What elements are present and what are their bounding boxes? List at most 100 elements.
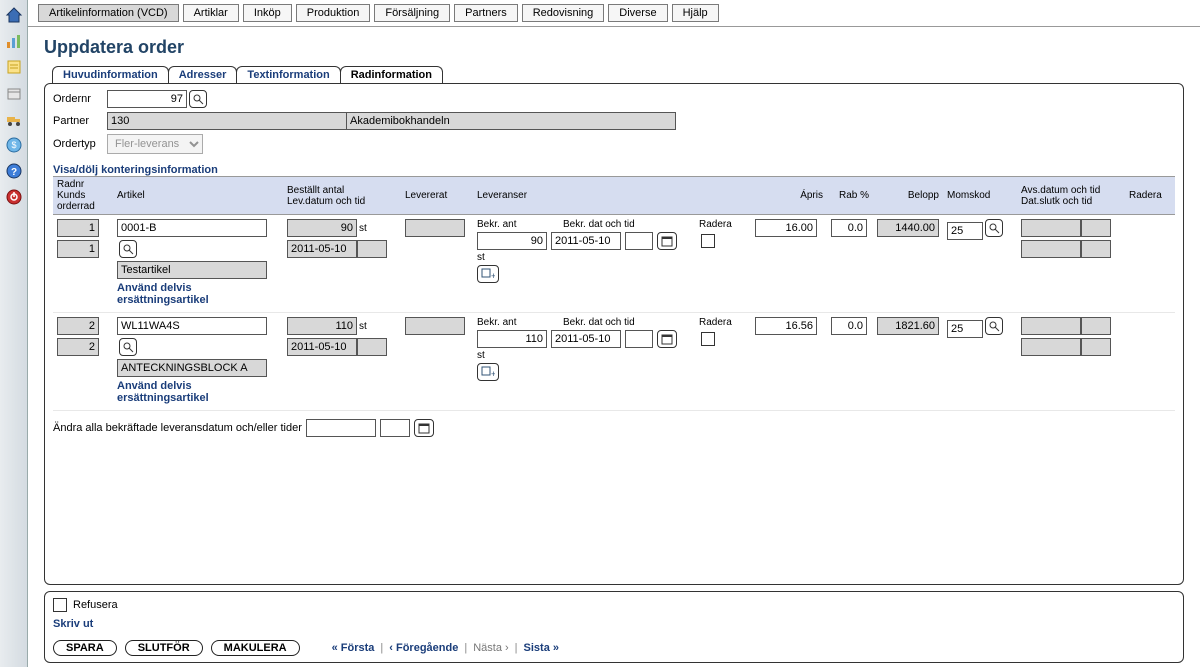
- artikel-code-input[interactable]: [117, 317, 267, 335]
- help-icon[interactable]: ?: [3, 160, 25, 182]
- apris-input[interactable]: [755, 219, 817, 237]
- col-rab: Rab %: [827, 188, 873, 203]
- lev-datum-field: [287, 240, 357, 258]
- artikel-code-input[interactable]: [117, 219, 267, 237]
- cancel-order-button[interactable]: MAKULERA: [211, 640, 300, 656]
- best-antal-field: [287, 219, 357, 237]
- slutk-tid-field: [1081, 338, 1111, 356]
- menu-inkop[interactable]: Inköp: [243, 4, 292, 22]
- menu-artiklar[interactable]: Artiklar: [183, 4, 239, 22]
- page-title: Uppdatera order: [44, 37, 1184, 58]
- calendar-icon[interactable]: [657, 232, 677, 250]
- truck-icon[interactable]: [3, 108, 25, 130]
- artikel-name-field: [117, 261, 267, 279]
- home-icon[interactable]: [3, 4, 25, 26]
- unit-label: st: [359, 321, 367, 332]
- lev-unit-label: st: [477, 350, 747, 361]
- bulk-calendar-icon[interactable]: [414, 419, 434, 437]
- replace-article-link[interactable]: Använd delvis ersättningsartikel: [117, 380, 267, 404]
- avs-datum-field: [1021, 219, 1081, 237]
- print-link[interactable]: Skriv ut: [53, 618, 1175, 630]
- slutk-datum-field: [1021, 240, 1081, 258]
- bekr-dat-input[interactable]: [551, 232, 621, 250]
- col-momskod: Momskod: [943, 188, 1017, 203]
- menu-redovisning[interactable]: Redovisning: [522, 4, 605, 22]
- lev-radera-checkbox[interactable]: [701, 332, 715, 346]
- kundrad-field: [57, 338, 99, 356]
- lev-radera-label: Radera: [699, 317, 732, 328]
- unit-label: st: [359, 223, 367, 234]
- lev-tid-field: [357, 338, 387, 356]
- menu-diverse[interactable]: Diverse: [608, 4, 667, 22]
- avs-datum-field: [1021, 317, 1081, 335]
- calendar-icon[interactable]: [657, 330, 677, 348]
- bekr-tid-input[interactable]: [625, 330, 653, 348]
- tab-textinformation[interactable]: Textinformation: [236, 66, 340, 83]
- menu-forsaljning[interactable]: Försäljning: [374, 4, 450, 22]
- top-menu: Artikelinformation (VCD) Artiklar Inköp …: [28, 0, 1200, 27]
- nav-last-link[interactable]: Sista »: [524, 642, 559, 654]
- col-apris: Ápris: [751, 188, 827, 203]
- bekr-dat-label: Bekr. dat och tid: [563, 317, 683, 328]
- radnr-field: [57, 317, 99, 335]
- tab-radinformation[interactable]: Radinformation: [340, 66, 443, 83]
- box-icon[interactable]: [3, 82, 25, 104]
- lev-datum-field: [287, 338, 357, 356]
- partner-label: Partner: [53, 115, 107, 127]
- refusera-checkbox[interactable]: [53, 598, 67, 612]
- replace-article-link[interactable]: Använd delvis ersättningsartikel: [117, 282, 267, 306]
- add-delivery-icon[interactable]: +: [477, 363, 499, 381]
- partner-id-field: [107, 112, 347, 130]
- artikel-search-icon[interactable]: [119, 338, 137, 356]
- tab-huvudinformation[interactable]: Huvudinformation: [52, 66, 169, 83]
- note-icon[interactable]: [3, 56, 25, 78]
- ordernr-input[interactable]: [107, 90, 187, 108]
- bekr-dat-input[interactable]: [551, 330, 621, 348]
- sidebar: $ ?: [0, 0, 28, 667]
- partner-name-field: [346, 112, 676, 130]
- power-icon[interactable]: [3, 186, 25, 208]
- bulk-date-input[interactable]: [306, 419, 376, 437]
- rab-input[interactable]: [831, 219, 867, 237]
- complete-button[interactable]: SLUTFÖR: [125, 640, 203, 656]
- bekr-ant-input[interactable]: [477, 330, 547, 348]
- bekr-ant-label: Bekr. ant: [477, 219, 547, 230]
- ordertyp-select: Fler-leverans: [107, 134, 203, 154]
- main-panel: Ordernr Partner Ordertyp Fler-leverans: [44, 83, 1184, 585]
- bekr-ant-label: Bekr. ant: [477, 317, 547, 328]
- table-row: Använd delvis ersättningsartikel st Bekr…: [53, 313, 1175, 411]
- menu-artikelinfo[interactable]: Artikelinformation (VCD): [38, 4, 179, 22]
- menu-hjalp[interactable]: Hjälp: [672, 4, 719, 22]
- momskod-input[interactable]: [947, 222, 983, 240]
- nav-prev-link[interactable]: ‹ Föregående: [389, 642, 458, 654]
- bekr-tid-input[interactable]: [625, 232, 653, 250]
- chart-icon[interactable]: [3, 30, 25, 52]
- rab-input[interactable]: [831, 317, 867, 335]
- momskod-input[interactable]: [947, 320, 983, 338]
- toggle-kontering-link[interactable]: Visa/dölj konteringsinformation: [53, 164, 1175, 176]
- ordernr-label: Ordernr: [53, 93, 107, 105]
- coin-icon[interactable]: $: [3, 134, 25, 156]
- add-delivery-icon[interactable]: +: [477, 265, 499, 283]
- col-artikel: Artikel: [113, 188, 283, 203]
- best-antal-field: [287, 317, 357, 335]
- footer-panel: Refusera Skriv ut SPARA SLUTFÖR MAKULERA…: [44, 591, 1184, 663]
- bulk-change-label: Ändra alla bekräftade leveransdatum och/…: [53, 422, 302, 434]
- tab-adresser[interactable]: Adresser: [168, 66, 238, 83]
- nav-first-link[interactable]: « Första: [332, 642, 375, 654]
- lev-radera-checkbox[interactable]: [701, 234, 715, 248]
- momskod-search-icon[interactable]: [985, 317, 1003, 335]
- lev-tid-field: [357, 240, 387, 258]
- ordertyp-label: Ordertyp: [53, 138, 107, 150]
- menu-produktion[interactable]: Produktion: [296, 4, 371, 22]
- svg-text:$: $: [11, 140, 16, 150]
- apris-input[interactable]: [755, 317, 817, 335]
- bulk-time-input[interactable]: [380, 419, 410, 437]
- momskod-search-icon[interactable]: [985, 219, 1003, 237]
- col-radera: Radera: [1125, 188, 1175, 203]
- menu-partners[interactable]: Partners: [454, 4, 518, 22]
- ordernr-search-icon[interactable]: [189, 90, 207, 108]
- bekr-ant-input[interactable]: [477, 232, 547, 250]
- artikel-search-icon[interactable]: [119, 240, 137, 258]
- save-button[interactable]: SPARA: [53, 640, 117, 656]
